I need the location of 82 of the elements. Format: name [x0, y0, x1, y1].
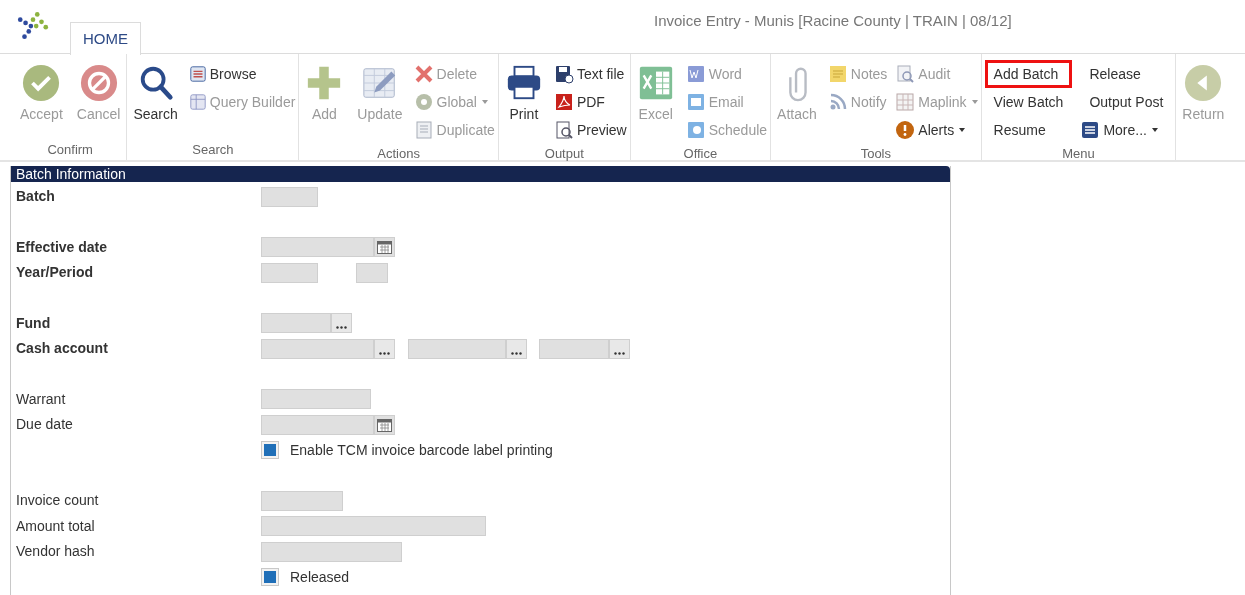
lookup-field[interactable] — [408, 338, 506, 359]
cancel-icon — [79, 64, 118, 102]
field-label: Batch — [16, 187, 56, 207]
calendar-button[interactable] — [374, 414, 395, 435]
ribbon-button[interactable]: Print — [501, 54, 546, 140]
menu-link[interactable]: Add Batch — [984, 60, 1073, 88]
group-label: Actions — [376, 145, 421, 163]
checkbox-label: Released — [290, 567, 350, 587]
lookup-button[interactable] — [609, 338, 630, 359]
list-icon — [1080, 120, 1101, 140]
input-field[interactable] — [356, 262, 388, 283]
caret-icon — [959, 128, 966, 132]
input-field[interactable] — [261, 186, 318, 207]
table-icon — [188, 93, 207, 111]
field-label: Cash account — [16, 339, 109, 359]
magnifier-document-icon — [895, 64, 916, 84]
back-icon — [1184, 64, 1223, 102]
field-label: Year/Period — [16, 263, 95, 283]
caret-icon — [1151, 128, 1158, 132]
window-title: Invoice Entry - Munis [Racine County | TRAIN | 08/12] — [654, 11, 1012, 31]
input-field[interactable] — [261, 389, 371, 410]
ellipsis-icon — [379, 351, 390, 355]
checkbox-label: Enable TCM invoice barcode label printing — [290, 440, 553, 460]
date-field[interactable] — [261, 237, 374, 258]
input-field[interactable] — [261, 490, 343, 511]
logo-icon — [16, 10, 50, 40]
lookup-field[interactable] — [261, 338, 374, 359]
group-label: Search — [191, 141, 235, 159]
grid-map-icon — [895, 92, 916, 112]
ribbon-button[interactable]: More... — [1080, 116, 1173, 144]
field-label: Effective date — [16, 237, 109, 257]
list-icon — [188, 65, 207, 83]
caret-icon — [482, 100, 488, 104]
check-icon — [22, 64, 61, 102]
field-label: Due date — [16, 415, 74, 435]
ribbon-button[interactable]: Text file — [553, 60, 627, 88]
lookup-button[interactable] — [506, 338, 527, 359]
disc-icon — [413, 92, 434, 112]
ribbon-tab[interactable]: HOME — [70, 22, 141, 55]
ribbon-button[interactable]: Preview — [553, 116, 627, 144]
ellipsis-icon — [511, 351, 522, 355]
input-field[interactable] — [261, 262, 318, 283]
note-icon — [827, 64, 848, 84]
x-icon — [413, 64, 434, 84]
menu-link[interactable]: View Batch — [984, 88, 1073, 116]
panel-header: Batch Information — [11, 166, 950, 182]
ribbon-button[interactable]: Search — [130, 54, 181, 140]
input-field[interactable] — [261, 516, 486, 537]
input-field[interactable] — [261, 541, 402, 562]
calendar-button[interactable] — [374, 237, 395, 258]
word-doc-icon — [685, 64, 706, 84]
preview-icon — [553, 120, 574, 140]
group-label: Output — [543, 145, 585, 163]
lookup-button[interactable] — [374, 338, 395, 359]
document-icon — [413, 120, 434, 140]
lookup-field[interactable] — [539, 338, 609, 359]
caret-icon — [971, 100, 978, 104]
save-icon — [553, 64, 574, 84]
checkbox[interactable] — [261, 441, 279, 460]
menu-link[interactable]: Output Post — [1080, 88, 1173, 116]
checkbox[interactable] — [261, 568, 279, 587]
field-label: Amount total — [16, 516, 96, 536]
group-label: Confirm — [46, 141, 94, 159]
menu-link[interactable]: Resume — [984, 116, 1073, 144]
field-label: Vendor hash — [16, 542, 96, 562]
group-label: Office — [682, 145, 719, 163]
group-label: Menu — [1061, 145, 1096, 163]
field-label: Invoice count — [16, 491, 100, 511]
pdf-icon — [553, 92, 574, 112]
lookup-field[interactable] — [261, 313, 331, 334]
menu-link[interactable]: Release — [1080, 60, 1173, 88]
ellipsis-icon — [336, 326, 347, 330]
field-label: Warrant — [16, 389, 67, 409]
ribbon-button[interactable]: Browse — [188, 60, 296, 88]
ellipsis-icon — [614, 351, 625, 355]
ribbon-button[interactable]: Alerts — [895, 116, 978, 144]
group-label: Tools — [859, 145, 892, 163]
ribbon-button[interactable]: PDF — [553, 88, 627, 116]
field-label: Fund — [16, 313, 52, 333]
lookup-button[interactable] — [331, 313, 352, 334]
date-field[interactable] — [261, 414, 374, 435]
alert-icon — [895, 120, 916, 140]
